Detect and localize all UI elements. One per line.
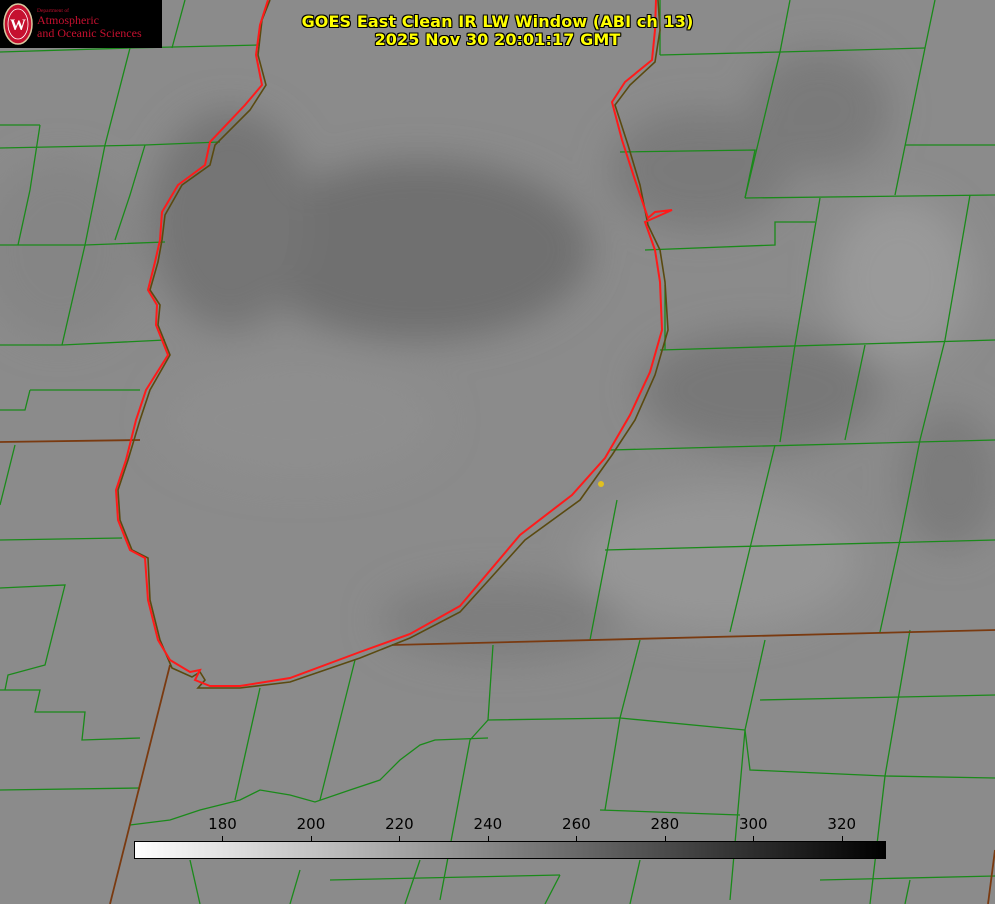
colorbar-tick-label: 180	[208, 815, 237, 833]
colorbar-tick-label: 220	[385, 815, 414, 833]
colorbar-tick-mark	[311, 836, 312, 842]
colorbar	[134, 841, 886, 859]
satellite-map: W Department of Atmospheric and Oceanic …	[0, 0, 995, 904]
colorbar-tick-mark	[488, 836, 489, 842]
colorbar-tick-mark	[665, 836, 666, 842]
colorbar-tick-mark	[842, 836, 843, 842]
image-timestamp: 2025 Nov 30 20:01:17 GMT	[374, 30, 621, 49]
map-canvas	[0, 0, 995, 904]
colorbar-tick-mark	[576, 836, 577, 842]
colorbar-tick-label: 280	[650, 815, 680, 833]
colorbar-tick-mark	[399, 836, 400, 842]
colorbar-tick-label: 260	[562, 815, 591, 833]
colorbar-tick-label: 320	[827, 815, 857, 833]
image-title: GOES East Clean IR LW Window (ABI ch 13)	[301, 12, 694, 31]
colorbar-tick-mark	[222, 836, 223, 842]
colorbar-tick-label: 200	[296, 815, 326, 833]
colorbar-tick-label: 300	[738, 815, 768, 833]
colorbar-tick-label: 240	[473, 815, 503, 833]
location-marker	[598, 481, 604, 487]
colorbar-tick-mark	[753, 836, 754, 842]
